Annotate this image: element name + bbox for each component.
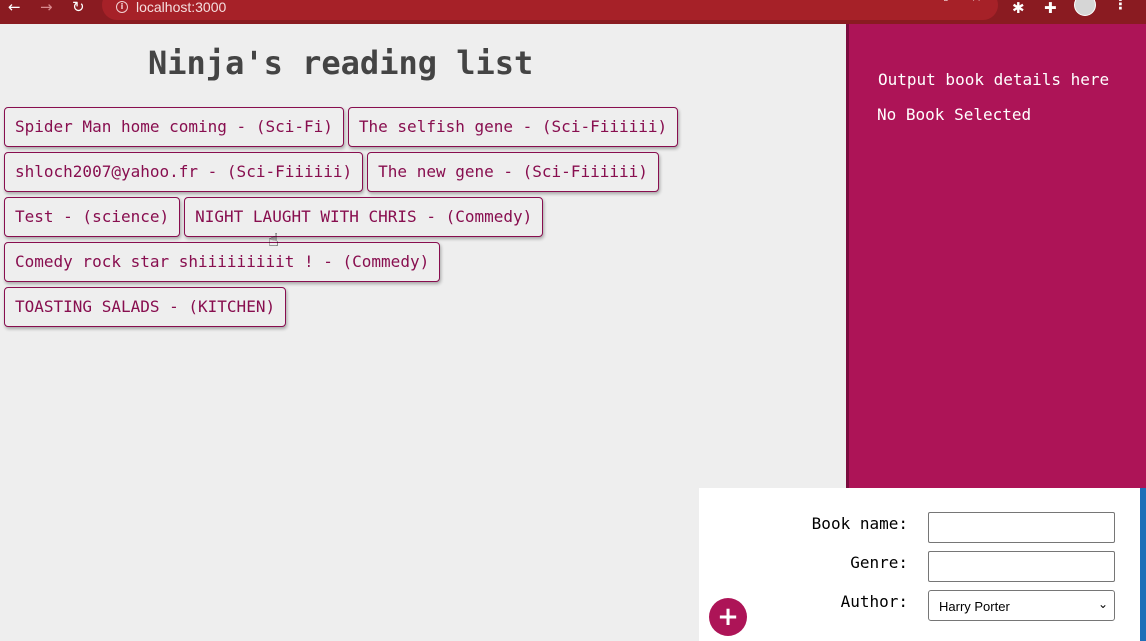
address-bar[interactable]: i localhost:3000 ⇪ ☆ xyxy=(102,0,998,20)
info-icon[interactable]: i xyxy=(116,1,128,13)
book-list: Spider Man home coming - (Sci-Fi) The sel… xyxy=(4,107,704,332)
reload-icon[interactable]: ↻ xyxy=(72,0,85,15)
window-edge xyxy=(1140,488,1146,641)
bookmark-star-icon[interactable]: ☆ xyxy=(970,0,983,5)
extension-icon[interactable]: ✱ xyxy=(1012,0,1025,17)
profile-avatar[interactable] xyxy=(1074,0,1096,16)
details-heading: Output book details here xyxy=(878,70,1110,89)
page-title: Ninja's reading list xyxy=(148,44,534,82)
share-icon[interactable]: ⇪ xyxy=(940,0,952,5)
book-item[interactable]: The new gene - (Sci-Fiiiiii) xyxy=(367,152,659,192)
author-label: Author: xyxy=(840,592,908,611)
book-name-label: Book name: xyxy=(811,514,908,533)
book-item[interactable]: TOASTING SALADS - (KITCHEN) xyxy=(4,287,287,327)
add-book-form: Book name: Genre: Author: Harry Porter ⌄… xyxy=(699,488,1140,641)
book-item[interactable]: Test - (science) xyxy=(4,197,181,237)
book-item[interactable]: NIGHT LAUGHT WITH CHRIS - (Commedy) xyxy=(184,197,544,237)
author-selected-value: Harry Porter xyxy=(939,599,1010,614)
forward-icon[interactable]: → xyxy=(40,0,53,15)
extensions-puzzle-icon[interactable]: ✚ xyxy=(1044,0,1057,17)
author-select[interactable]: Harry Porter ⌄ xyxy=(928,590,1115,621)
back-icon[interactable]: ← xyxy=(8,0,21,15)
book-item[interactable]: The selfish gene - (Sci-Fiiiiii) xyxy=(347,107,679,147)
book-item[interactable]: Comedy rock star shiiiiiiiiit ! - (Comme… xyxy=(4,242,441,282)
genre-label: Genre: xyxy=(850,553,908,572)
url-text[interactable]: localhost:3000 xyxy=(136,0,226,15)
hand-cursor-icon: ☝ xyxy=(268,230,279,251)
add-book-button[interactable]: + xyxy=(709,598,747,636)
genre-input[interactable] xyxy=(928,551,1115,582)
book-item[interactable]: Spider Man home coming - (Sci-Fi) xyxy=(4,107,344,147)
chevron-down-icon: ⌄ xyxy=(1097,597,1108,611)
book-name-input[interactable] xyxy=(928,512,1115,543)
browser-menu-icon[interactable]: ⋮ xyxy=(1113,0,1128,12)
browser-toolbar: ← → ↻ i localhost:3000 ⇪ ☆ ✱ ✚ ⋮ xyxy=(0,0,1146,24)
no-book-selected-text: No Book Selected xyxy=(877,105,1032,124)
book-item[interactable]: shloch2007@yahoo.fr - (Sci-Fiiiiii) xyxy=(4,152,364,192)
